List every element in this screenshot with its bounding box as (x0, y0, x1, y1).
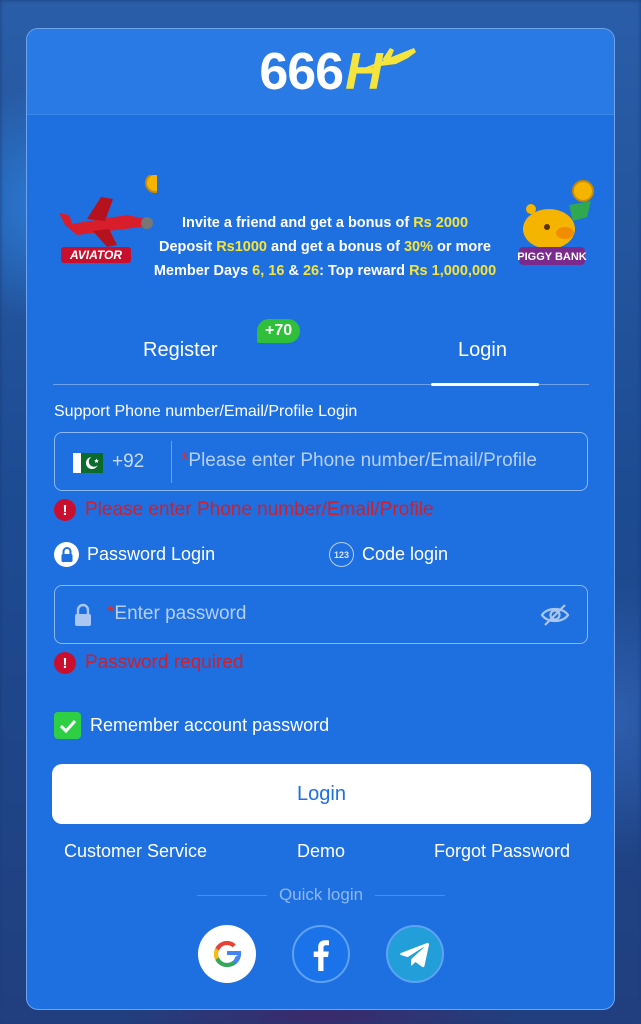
password-login-option[interactable]: Password Login (54, 542, 215, 567)
tab-register-label: Register (143, 339, 218, 361)
active-tab-indicator (431, 383, 539, 386)
phone-email-field[interactable]: +92 *Please enter Phone number/Email/Pro… (54, 432, 588, 491)
password-placeholder: *Enter password (107, 603, 246, 625)
phone-error-message: ! Please enter Phone number/Email/Profil… (54, 499, 434, 521)
tab-login-label: Login (458, 339, 507, 361)
demo-link[interactable]: Demo (297, 841, 345, 862)
promo-line-3: Member Days 6, 16 & 26: Top reward Rs 1,… (135, 259, 515, 283)
register-bonus-badge: +70 (257, 319, 301, 343)
auth-tabs: Register +70 Login (53, 319, 589, 386)
lock-icon (75, 603, 91, 626)
error-icon: ! (54, 499, 76, 521)
pakistan-flag-icon[interactable] (73, 453, 103, 473)
promo-line-3-text: Member Days (153, 263, 253, 279)
promo-highlight: Rs 2000 (413, 215, 469, 231)
promo-text: Invite a friend and get a bonus of Rs 20… (135, 211, 515, 283)
plane-icon (363, 47, 416, 74)
divider-line (375, 894, 446, 896)
promo-banner[interactable]: AVIATOR Invite a friend and get a bonus … (27, 157, 614, 287)
piggy-bank-icon: PIGGY BANK (517, 180, 594, 265)
customer-service-link[interactable]: Customer Service (64, 841, 207, 862)
code-login-option[interactable]: 123 Code login (329, 542, 448, 567)
country-code[interactable]: +92 (112, 451, 144, 473)
forgot-password-link[interactable]: Forgot Password (434, 841, 570, 862)
login-card: 666 H AVIATOR Invite a friend and get a … (26, 28, 615, 1010)
numeric-code-icon: 123 (329, 542, 354, 567)
logo-number: 666 (259, 42, 344, 101)
telegram-login-button[interactable] (386, 925, 444, 983)
password-field[interactable]: *Enter password (54, 585, 588, 644)
error-icon: ! (54, 652, 76, 674)
google-icon (214, 941, 242, 967)
password-placeholder-text: Enter password (114, 603, 247, 624)
remember-password-option[interactable]: Remember account password (54, 712, 329, 739)
tab-login[interactable]: Login (458, 339, 507, 362)
remember-password-label: Remember account password (90, 715, 330, 735)
divider-line (197, 894, 267, 896)
login-button[interactable]: Login (52, 764, 591, 824)
brand-logo: 666 H (259, 42, 416, 102)
lock-icon (54, 542, 79, 567)
card-header: 666 H (27, 29, 614, 115)
password-login-label: Password Login (87, 544, 216, 564)
promo-highlight: 6, 16 (252, 263, 285, 279)
promo-line-3-text: & (284, 263, 303, 279)
tab-register[interactable]: Register +70 (143, 319, 301, 362)
quick-login-label: Quick login (278, 885, 364, 904)
phone-placeholder: *Please enter Phone number/Email/Profile (181, 450, 537, 472)
eye-off-icon[interactable] (539, 602, 571, 628)
password-error-text: Password required (85, 652, 244, 673)
telegram-icon (400, 942, 429, 968)
promo-line-2-text: or more (432, 239, 491, 255)
promo-line-2-text: and get a bonus of (267, 239, 404, 255)
facebook-icon (313, 940, 329, 971)
google-login-button[interactable] (198, 925, 256, 983)
promo-highlight: Rs 1,000,000 (409, 263, 497, 279)
field-divider (171, 441, 172, 483)
phone-placeholder-text: Please enter Phone number/Email/Profile (188, 450, 537, 471)
promo-line-1-text: Invite a friend and get a bonus of (181, 215, 414, 231)
facebook-login-button[interactable] (292, 925, 350, 983)
promo-highlight: 26 (302, 263, 320, 279)
support-login-label: Support Phone number/Email/Profile Login (54, 403, 358, 420)
promo-line-3-text: : Top reward (319, 263, 410, 279)
quick-login-divider: Quick login (197, 885, 446, 905)
checkbox-checked-icon[interactable] (54, 712, 81, 739)
promo-highlight: 30% (403, 239, 433, 255)
promo-line-1: Invite a friend and get a bonus of Rs 20… (135, 211, 515, 235)
phone-error-text: Please enter Phone number/Email/Profile (85, 499, 434, 520)
promo-line-2-text: Deposit (159, 239, 217, 255)
promo-highlight: Rs1000 (216, 239, 267, 255)
aviator-label: AVIATOR (69, 248, 122, 262)
password-error-message: ! Password required (54, 652, 243, 674)
piggy-bank-label: PIGGY BANK (517, 251, 587, 263)
code-login-label: Code login (362, 544, 449, 564)
promo-line-2: Deposit Rs1000 and get a bonus of 30% or… (135, 235, 515, 259)
